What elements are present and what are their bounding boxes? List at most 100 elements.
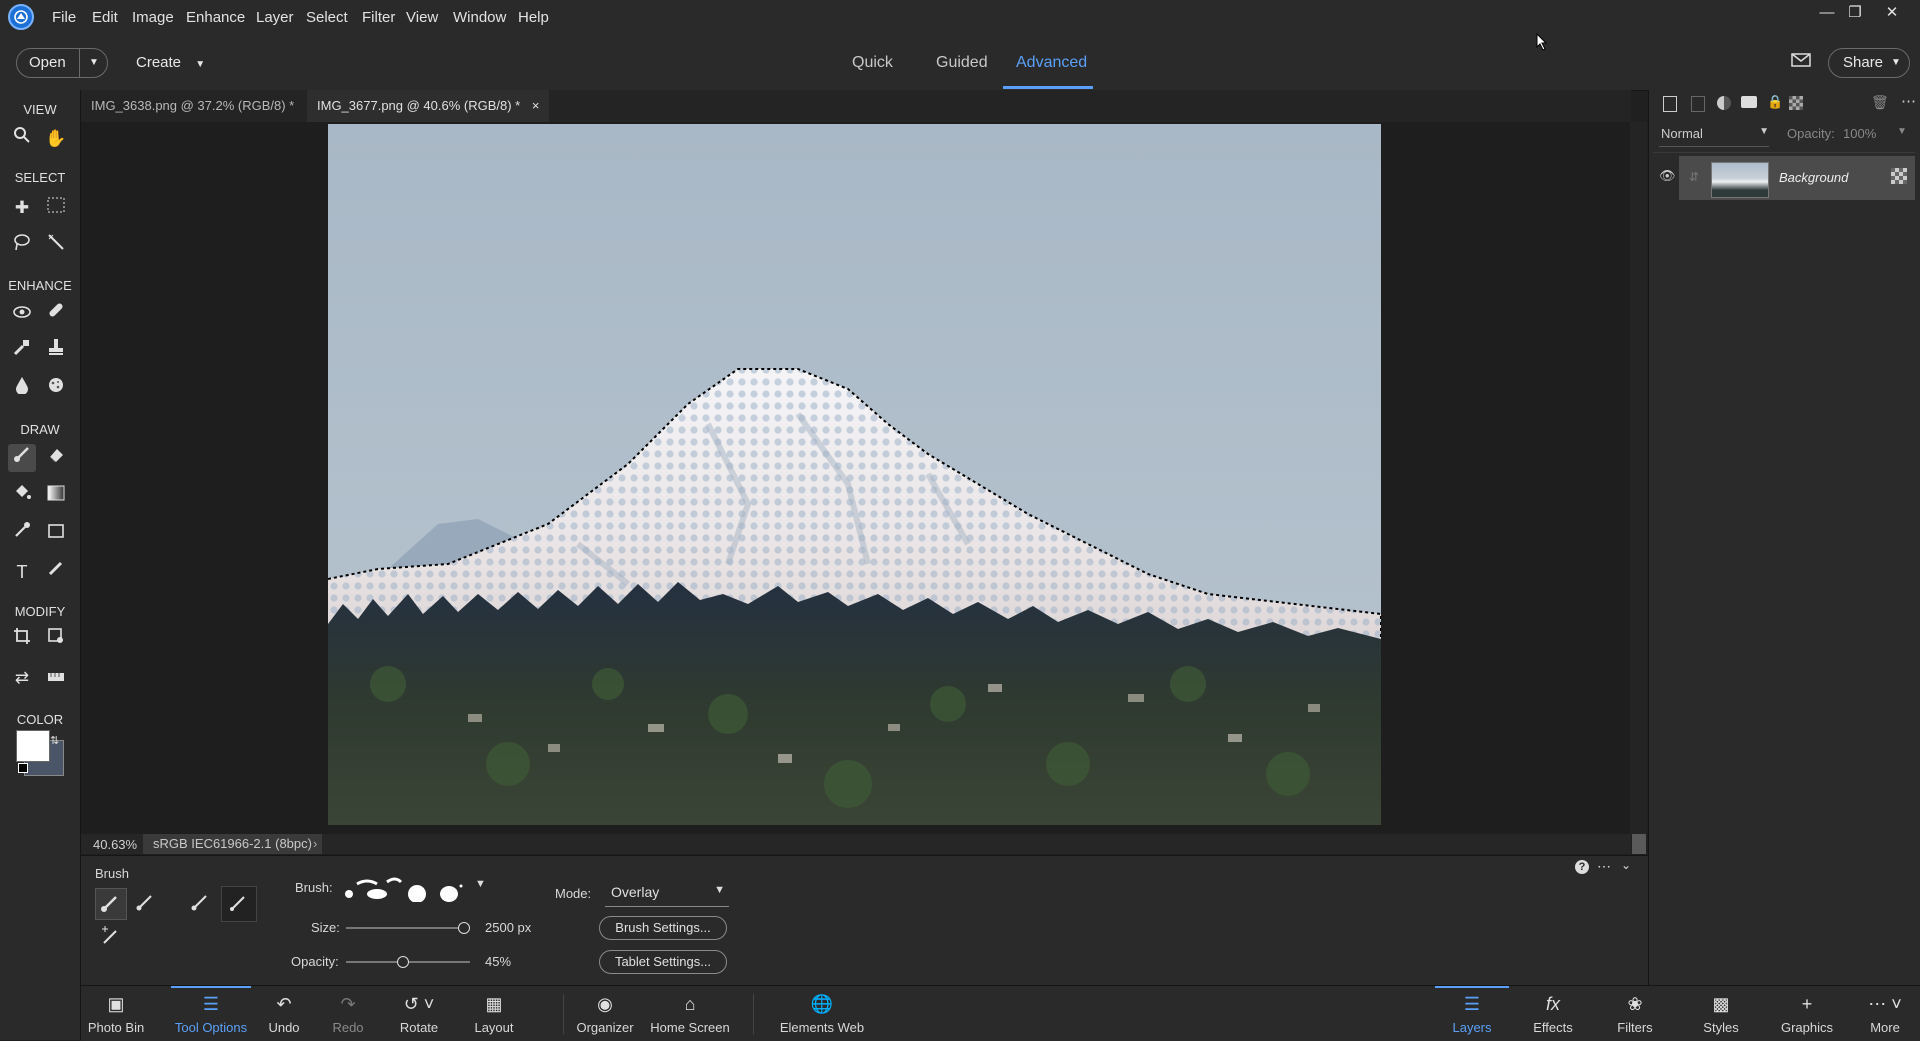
default-colors-icon[interactable] — [18, 763, 28, 773]
size-slider-thumb[interactable] — [457, 922, 470, 934]
pencil-tool-icon[interactable] — [42, 558, 70, 586]
help-icon[interactable]: ? — [1575, 860, 1589, 874]
hand-tool-icon[interactable]: ✋ — [42, 125, 70, 153]
move-tool-icon[interactable]: ✚ — [8, 194, 36, 222]
trash-icon[interactable]: 🗑 — [1871, 94, 1889, 111]
new-layer-icon[interactable] — [1663, 96, 1677, 112]
layout-button[interactable]: ▦ Layout — [467, 986, 521, 1041]
opacity-slider[interactable] — [346, 956, 470, 968]
sponge-tool-icon[interactable] — [42, 375, 70, 403]
elements-web-button[interactable]: 🌐 Elements Web — [775, 986, 869, 1041]
brush-variant-icon[interactable] — [95, 888, 127, 920]
paint-bucket-icon[interactable] — [8, 482, 36, 510]
adjustment-layer-icon[interactable] — [1717, 96, 1731, 110]
document-tab-active[interactable]: IMG_3677.png @ 40.6% (RGB/8) * × — [307, 90, 550, 122]
link-icon[interactable]: ⇵ — [1689, 170, 1699, 184]
collapse-chevron-icon[interactable]: ⌄ — [1621, 858, 1631, 872]
straighten-tool-icon[interactable] — [42, 664, 70, 692]
red-eye-tool-icon[interactable] — [8, 300, 36, 328]
brush-tool-icon[interactable] — [8, 444, 36, 472]
create-button[interactable]: Create ▼ — [136, 54, 205, 71]
brush-settings-button[interactable]: Brush Settings... — [599, 916, 727, 940]
status-arrow-icon[interactable]: › — [313, 836, 317, 851]
document-tab[interactable]: IMG_3638.png @ 37.2% (RGB/8) * × — [81, 90, 323, 122]
menu-file[interactable]: File — [52, 9, 76, 26]
rotate-button[interactable]: ↺ ˅ Rotate — [387, 986, 451, 1041]
brush-preset-picker[interactable] — [339, 872, 469, 903]
menu-layer[interactable]: Layer — [256, 9, 294, 26]
menu-window[interactable]: Window — [453, 9, 506, 26]
graphics-button[interactable]: + Graphics — [1765, 986, 1849, 1041]
layers-button[interactable]: ☰ Layers — [1435, 986, 1509, 1041]
size-slider[interactable] — [346, 922, 470, 934]
panel-menu-icon[interactable]: ⋯ — [1901, 92, 1916, 110]
recompose-tool-icon[interactable] — [42, 626, 70, 654]
tool-options-button[interactable]: ☰ Tool Options — [171, 986, 251, 1041]
styles-button[interactable]: ▩ Styles — [1689, 986, 1753, 1041]
clone-stamp-icon[interactable] — [42, 337, 70, 365]
lock-icon[interactable]: 🔒 — [1767, 94, 1783, 110]
menu-view[interactable]: View — [406, 9, 438, 26]
layer-opacity-value[interactable]: 100% — [1843, 126, 1876, 141]
undo-button[interactable]: ↶ Undo — [261, 986, 307, 1041]
zoom-tool-icon[interactable] — [8, 125, 36, 153]
chevron-down-icon[interactable]: ▼ — [89, 49, 99, 77]
marquee-tool-icon[interactable] — [42, 194, 70, 222]
gradient-tool-icon[interactable] — [42, 482, 70, 510]
magic-wand-icon[interactable] — [42, 232, 70, 260]
mode-select[interactable]: Overlay ▼ — [605, 878, 729, 907]
mail-icon[interactable] — [1791, 52, 1811, 68]
text-tool-icon[interactable]: T — [8, 558, 36, 586]
menu-enhance[interactable]: Enhance — [186, 9, 245, 26]
blur-tool-icon[interactable] — [8, 375, 36, 403]
vertical-scrollbar[interactable] — [1630, 122, 1647, 834]
filters-button[interactable]: ❀ Filters — [1603, 986, 1667, 1041]
lock-transparency-icon[interactable] — [1789, 96, 1803, 110]
shape-tool-icon[interactable] — [42, 520, 70, 548]
new-group-icon[interactable] — [1691, 96, 1705, 112]
more-options-icon[interactable]: ⋯ — [1597, 858, 1611, 875]
minimize-icon[interactable]: — — [1814, 2, 1840, 24]
healing-brush-icon[interactable] — [42, 300, 70, 328]
visibility-eye-icon[interactable]: 👁 — [1659, 168, 1676, 184]
menu-select[interactable]: Select — [306, 9, 348, 26]
effects-button[interactable]: fx Effects — [1521, 986, 1585, 1041]
eraser-tool-icon[interactable] — [42, 444, 70, 472]
opacity-value[interactable]: 45% — [485, 954, 511, 969]
chevron-down-icon[interactable]: ▼ — [475, 878, 486, 890]
layer-name[interactable]: Background — [1779, 170, 1848, 185]
more-button[interactable]: ⋯ ˅ More — [1857, 986, 1913, 1041]
menu-filter[interactable]: Filter — [362, 9, 395, 26]
tab-guided[interactable]: Guided — [936, 54, 988, 72]
tablet-settings-button[interactable]: Tablet Settings... — [599, 950, 727, 974]
tab-advanced[interactable]: Advanced — [1016, 54, 1087, 72]
tab-quick[interactable]: Quick — [852, 54, 893, 72]
blend-mode-select[interactable]: Normal ▼ — [1659, 124, 1769, 147]
document-canvas[interactable] — [328, 124, 1381, 825]
airbrush-icon[interactable] — [221, 886, 257, 922]
content-aware-move-icon[interactable]: ⇄ — [8, 664, 36, 692]
app-logo-icon[interactable] — [8, 4, 34, 30]
chevron-down-icon[interactable]: ▼ — [1897, 126, 1907, 137]
color-replace-brush-icon[interactable] — [186, 888, 216, 918]
smart-brush-icon[interactable] — [8, 337, 36, 365]
home-screen-button[interactable]: ⌂ Home Screen — [647, 986, 733, 1041]
layer-mask-icon[interactable] — [1741, 96, 1757, 108]
brush-mode-icon[interactable] — [99, 924, 123, 948]
photo-bin-button[interactable]: ▣ Photo Bin — [81, 986, 151, 1041]
restore-icon[interactable]: ❐ — [1842, 2, 1868, 24]
open-button[interactable]: Open ▼ — [16, 48, 108, 78]
foreground-color-swatch[interactable] — [16, 730, 50, 762]
impressionist-brush-icon[interactable] — [131, 888, 161, 918]
crop-tool-icon[interactable] — [8, 626, 36, 654]
menu-edit[interactable]: Edit — [92, 9, 118, 26]
close-window-icon[interactable]: ✕ — [1879, 2, 1905, 24]
organizer-button[interactable]: ◉ Organizer — [573, 986, 637, 1041]
layer-row[interactable]: Background — [1679, 156, 1915, 200]
close-tab-icon[interactable]: × — [532, 98, 540, 113]
lasso-tool-icon[interactable] — [8, 232, 36, 260]
size-value[interactable]: 2500 px — [485, 920, 531, 935]
share-button[interactable]: Share ▼ — [1828, 48, 1910, 78]
menu-help[interactable]: Help — [518, 9, 549, 26]
opacity-slider-thumb[interactable] — [397, 956, 410, 968]
